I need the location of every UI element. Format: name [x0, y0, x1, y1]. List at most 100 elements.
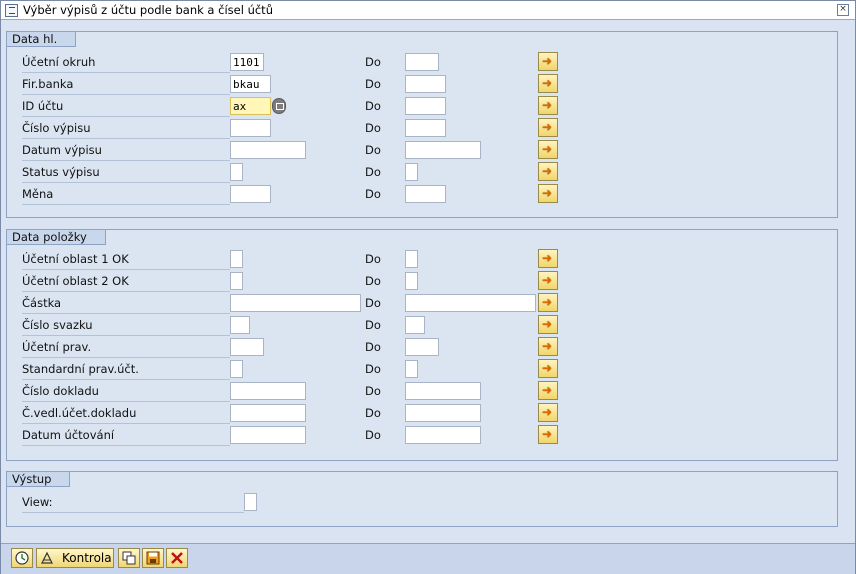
- ucetni-prav-from-input[interactable]: [230, 338, 264, 356]
- do-label: Do: [365, 274, 381, 288]
- ucetni-oblast-1-from-input[interactable]: [230, 250, 243, 268]
- mena-to-input[interactable]: [405, 185, 446, 203]
- datum-uctovani-from-input[interactable]: [230, 426, 306, 444]
- ucetni-okruh-to-input[interactable]: [405, 53, 439, 71]
- cislo-vedl-dokladu-to-input[interactable]: [405, 404, 481, 422]
- copy-icon: [122, 551, 136, 565]
- execute-clock-icon: [15, 551, 29, 565]
- fir-banka-from-input[interactable]: [230, 75, 271, 93]
- cislo-vypisu-to-input[interactable]: [405, 119, 446, 137]
- do-label: Do: [365, 55, 381, 69]
- multiple-selection-arrow-icon[interactable]: [538, 118, 558, 137]
- do-label: Do: [365, 428, 381, 442]
- label-mena: Měna: [22, 185, 230, 205]
- cislo-dokladu-to-input[interactable]: [405, 382, 481, 400]
- do-label: Do: [365, 143, 381, 157]
- cislo-vedl-dokladu-from-input[interactable]: [230, 404, 306, 422]
- castka-to-input[interactable]: [405, 294, 536, 312]
- mena-from-input[interactable]: [230, 185, 271, 203]
- multiple-selection-arrow-icon[interactable]: [538, 403, 558, 422]
- multiple-selection-arrow-icon[interactable]: [538, 315, 558, 334]
- multiple-selection-arrow-icon[interactable]: [538, 74, 558, 93]
- cislo-svazku-from-input[interactable]: [230, 316, 250, 334]
- multiple-selection-arrow-icon[interactable]: [538, 184, 558, 203]
- multiple-selection-arrow-icon[interactable]: [538, 425, 558, 444]
- ucetni-oblast-1-to-input[interactable]: [405, 250, 418, 268]
- id-uctu-from-input[interactable]: [230, 97, 271, 115]
- datum-vypisu-from-input[interactable]: [230, 141, 306, 159]
- edit-window-icon: [5, 4, 18, 17]
- label-cislo-dokladu: Číslo dokladu: [22, 382, 230, 402]
- status-vypisu-to-input[interactable]: [405, 163, 418, 181]
- bottom-toolbar: Kontrola: [1, 543, 855, 574]
- do-label: Do: [365, 296, 381, 310]
- label-cislo-vypisu: Číslo výpisu: [22, 119, 230, 139]
- do-label: Do: [365, 77, 381, 91]
- cislo-dokladu-from-input[interactable]: [230, 382, 306, 400]
- multiple-selection-arrow-icon[interactable]: [538, 271, 558, 290]
- multiple-selection-arrow-icon[interactable]: [538, 359, 558, 378]
- castka-from-input[interactable]: [230, 294, 361, 312]
- do-label: Do: [365, 187, 381, 201]
- copy-button[interactable]: [118, 548, 140, 568]
- do-label: Do: [365, 165, 381, 179]
- do-label: Do: [365, 99, 381, 113]
- group-data-polozky: Data položky Účetní oblast 1 OK Do Účetn…: [6, 229, 838, 461]
- do-label: Do: [365, 340, 381, 354]
- do-label: Do: [365, 406, 381, 420]
- ucetni-oblast-2-from-input[interactable]: [230, 272, 243, 290]
- label-standardni-prav-uct: Standardní prav.účt.: [22, 360, 230, 380]
- multiple-selection-arrow-icon[interactable]: [538, 140, 558, 159]
- label-castka: Částka: [22, 294, 230, 314]
- label-ucetni-okruh: Účetní okruh: [22, 53, 230, 73]
- cancel-x-icon: [171, 552, 183, 564]
- ucetni-oblast-2-to-input[interactable]: [405, 272, 418, 290]
- multiple-selection-arrow-icon[interactable]: [538, 293, 558, 312]
- close-icon[interactable]: ×: [837, 4, 849, 16]
- label-ucetni-oblast-1: Účetní oblast 1 OK: [22, 250, 230, 270]
- value-help-icon[interactable]: [272, 98, 286, 114]
- save-button[interactable]: [142, 548, 164, 568]
- label-datum-uctovani: Datum účtování: [22, 426, 230, 446]
- multiple-selection-arrow-icon[interactable]: [538, 52, 558, 71]
- id-uctu-to-input[interactable]: [405, 97, 446, 115]
- do-label: Do: [365, 252, 381, 266]
- label-ucetni-prav: Účetní prav.: [22, 338, 230, 358]
- group-data-hl: Data hl. Účetní okruh Do Fir.banka Do ID…: [6, 31, 838, 218]
- group-title: Výstup: [7, 472, 71, 487]
- view-input[interactable]: [244, 493, 257, 511]
- window-title: Výběr výpisů z účtu podle bank a čísel ú…: [23, 3, 273, 17]
- standardni-prav-uct-from-input[interactable]: [230, 360, 243, 378]
- label-fir-banka: Fir.banka: [22, 75, 230, 95]
- label-view: View:: [22, 493, 244, 513]
- status-vypisu-from-input[interactable]: [230, 163, 243, 181]
- fir-banka-to-input[interactable]: [405, 75, 446, 93]
- group-vystup: Výstup View:: [6, 471, 838, 527]
- label-status-vypisu: Status výpisu: [22, 163, 230, 183]
- label-datum-vypisu: Datum výpisu: [22, 141, 230, 161]
- cislo-svazku-to-input[interactable]: [405, 316, 425, 334]
- title-bar: Výběr výpisů z účtu podle bank a čísel ú…: [1, 1, 855, 20]
- ucetni-okruh-from-input[interactable]: [230, 53, 264, 71]
- do-label: Do: [365, 362, 381, 376]
- datum-uctovani-to-input[interactable]: [405, 426, 481, 444]
- dialog-window: Výběr výpisů z účtu podle bank a čísel ú…: [0, 0, 856, 574]
- label-cislo-svazku: Číslo svazku: [22, 316, 230, 336]
- cislo-vypisu-from-input[interactable]: [230, 119, 271, 137]
- do-label: Do: [365, 121, 381, 135]
- datum-vypisu-to-input[interactable]: [405, 141, 481, 159]
- cancel-button[interactable]: [166, 548, 188, 568]
- multiple-selection-arrow-icon[interactable]: [538, 337, 558, 356]
- kontrola-button[interactable]: Kontrola: [36, 548, 114, 568]
- standardni-prav-uct-to-input[interactable]: [405, 360, 418, 378]
- do-label: Do: [365, 318, 381, 332]
- multiple-selection-arrow-icon[interactable]: [538, 162, 558, 181]
- kontrola-label: Kontrola: [62, 551, 112, 565]
- execute-button[interactable]: [11, 548, 33, 568]
- ucetni-prav-to-input[interactable]: [405, 338, 439, 356]
- multiple-selection-arrow-icon[interactable]: [538, 96, 558, 115]
- check-scale-icon: [41, 551, 53, 564]
- label-cislo-vedl-dokladu: Č.vedl.účet.dokladu: [22, 404, 230, 424]
- multiple-selection-arrow-icon[interactable]: [538, 381, 558, 400]
- multiple-selection-arrow-icon[interactable]: [538, 249, 558, 268]
